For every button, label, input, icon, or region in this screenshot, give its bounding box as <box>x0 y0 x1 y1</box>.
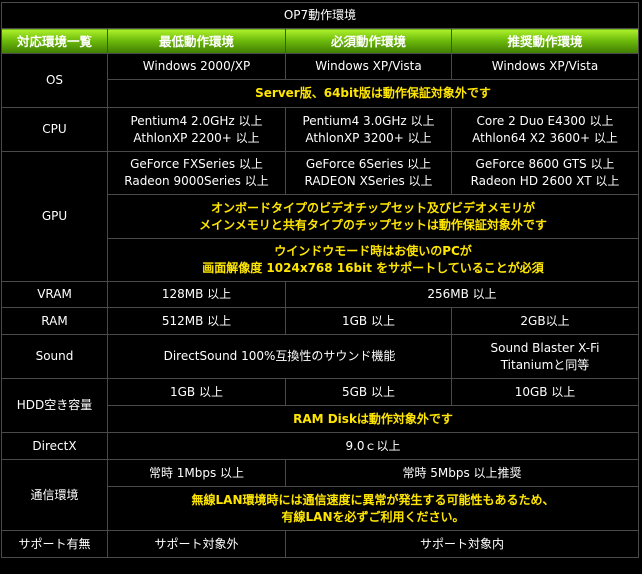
network-label: 通信環境 <box>1 459 108 531</box>
os-rec: Windows XP/Vista <box>450 53 640 80</box>
network-note: 無線LAN環境時には通信速度に異常が発生する可能性もあるため、 有線LANを必ず… <box>106 486 640 531</box>
directx-value: 9.0ｃ以上 <box>106 432 640 460</box>
directx-row: DirectX 9.0ｃ以上 <box>1 432 640 460</box>
hdd-min: 1GB 以上 <box>107 378 286 406</box>
gpu-note-chipset: オンボードタイプのビデオチップセット及びビデオメモリが メインメモリと共有タイプ… <box>106 194 640 239</box>
hdd-note: RAM Diskは動作対象外です <box>106 405 640 433</box>
os-req: Windows XP/Vista <box>285 53 452 80</box>
vram-req-rec: 256MB 以上 <box>284 281 640 308</box>
cpu-min: Pentium4 2.0GHz 以上 AthlonXP 2200+ 以上 <box>107 107 286 152</box>
network-row: 通信環境 常時 1Mbps 以上 常時 5Mbps 以上推奨 <box>1 459 640 531</box>
vram-label: VRAM <box>1 281 108 308</box>
support-label: サポート有無 <box>1 530 108 558</box>
sound-row: Sound DirectSound 100%互換性のサウンド機能 Sound B… <box>1 334 640 379</box>
hdd-label: HDD空き容量 <box>1 378 108 433</box>
gpu-min: GeForce FXSeries 以上 Radeon 9000Series 以上 <box>107 151 286 195</box>
support-min: サポート対象外 <box>107 530 286 558</box>
spec-table: OP7動作環境 対応環境一覧 最低動作環境 必須動作環境 推奨動作環境 OS W… <box>0 2 640 558</box>
support-req-rec: サポート対象内 <box>284 530 640 558</box>
vram-row: VRAM 128MB 以上 256MB 以上 <box>1 281 640 308</box>
gpu-note-window-mode: ウインドウモード時はお使いのPCが 画面解像度 1024x768 16bit を… <box>106 238 640 282</box>
vram-min: 128MB 以上 <box>107 281 286 308</box>
ram-req: 1GB 以上 <box>285 307 452 335</box>
table-title: OP7動作環境 <box>0 2 640 29</box>
ram-row: RAM 512MB 以上 1GB 以上 2GB以上 <box>1 307 640 335</box>
hdd-row: HDD空き容量 1GB 以上 5GB 以上 10GB 以上 <box>1 378 640 433</box>
directx-label: DirectX <box>1 432 108 460</box>
gpu-req: GeForce 6Series 以上 RADEON XSeries 以上 <box>285 151 452 195</box>
sound-min-req: DirectSound 100%互換性のサウンド機能 <box>107 334 452 379</box>
ram-min: 512MB 以上 <box>107 307 286 335</box>
cpu-req: Pentium4 3.0GHz 以上 AthlonXP 3200+ 以上 <box>285 107 452 152</box>
cpu-label: CPU <box>1 107 108 152</box>
gpu-row: GPU GeForce FXSeries 以上 Radeon 9000Serie… <box>1 151 640 282</box>
header-required: 必須動作環境 <box>285 28 452 54</box>
hdd-rec: 10GB 以上 <box>450 378 640 406</box>
gpu-label: GPU <box>1 151 108 282</box>
network-min: 常時 1Mbps 以上 <box>107 459 286 487</box>
sound-label: Sound <box>1 334 108 379</box>
header-recommended: 推奨動作環境 <box>450 28 640 54</box>
os-min: Windows 2000/XP <box>107 53 286 80</box>
ram-rec: 2GB以上 <box>450 307 640 335</box>
gpu-rec: GeForce 8600 GTS 以上 Radeon HD 2600 XT 以上 <box>450 151 640 195</box>
support-row: サポート有無 サポート対象外 サポート対象内 <box>1 530 640 558</box>
header-category: 対応環境一覧 <box>1 28 108 54</box>
hdd-req: 5GB 以上 <box>285 378 452 406</box>
os-note: Server版、64bit版は動作保証対象外です <box>106 79 640 108</box>
os-label: OS <box>1 53 108 108</box>
spec-page: OP7動作環境 対応環境一覧 最低動作環境 必須動作環境 推奨動作環境 OS W… <box>0 0 642 574</box>
ram-label: RAM <box>1 307 108 335</box>
cpu-rec: Core 2 Duo E4300 以上 Athlon64 X2 3600+ 以上 <box>450 107 640 152</box>
network-req-rec: 常時 5Mbps 以上推奨 <box>284 459 640 487</box>
header-minimum: 最低動作環境 <box>107 28 286 54</box>
cpu-row: CPU Pentium4 2.0GHz 以上 AthlonXP 2200+ 以上… <box>1 107 640 152</box>
sound-rec: Sound Blaster X-Fi Titaniumと同等 <box>450 334 640 379</box>
header-row: 対応環境一覧 最低動作環境 必須動作環境 推奨動作環境 <box>1 28 640 54</box>
os-row: OS Windows 2000/XP Windows XP/Vista Wind… <box>1 53 640 108</box>
title-row: OP7動作環境 <box>0 2 640 29</box>
